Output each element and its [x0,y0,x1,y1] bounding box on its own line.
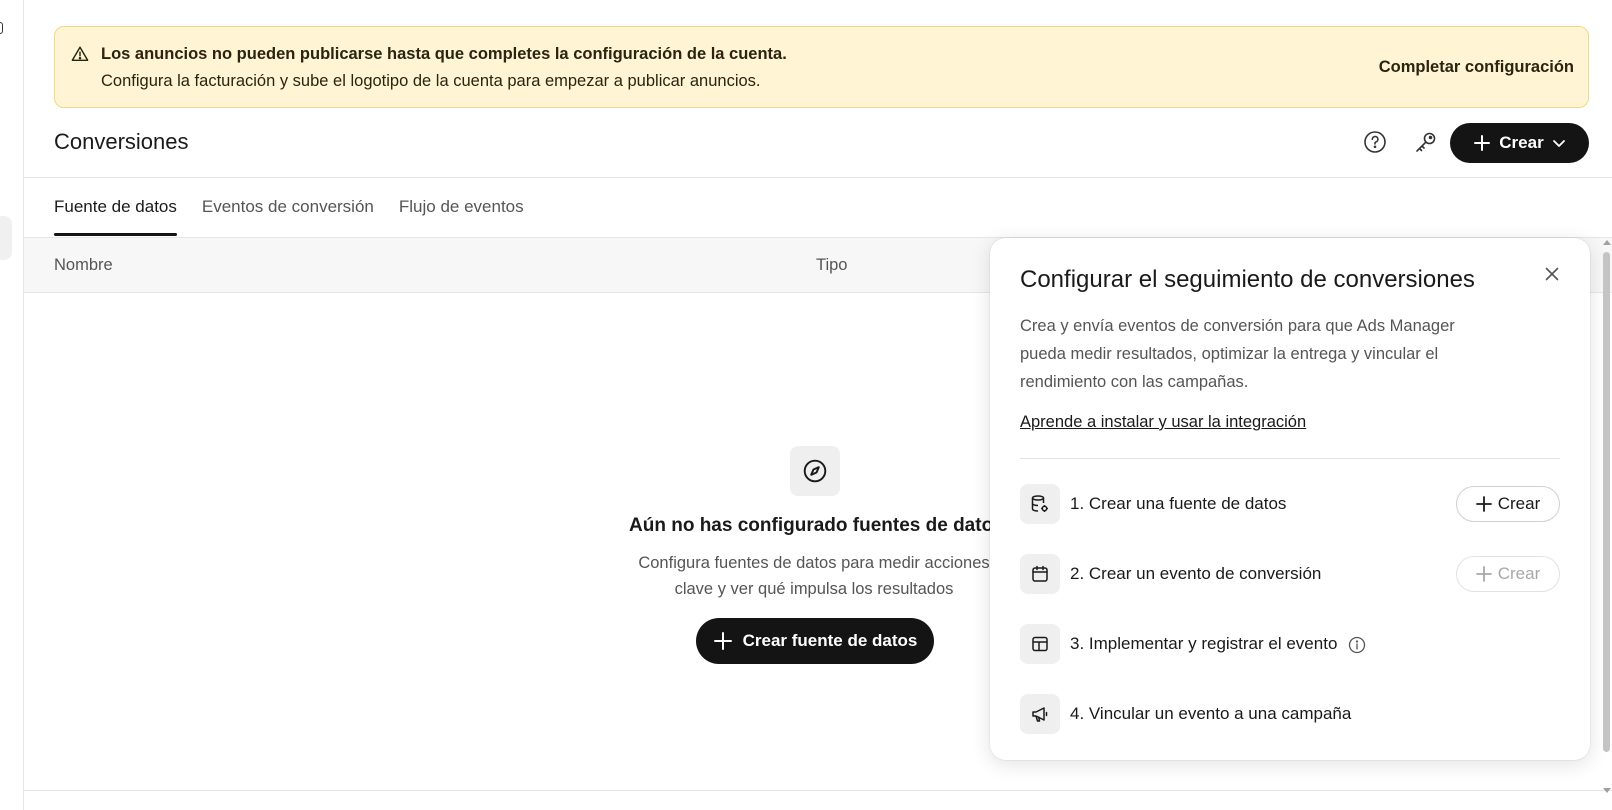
step-1-create-label: Crear [1497,494,1541,513]
calendar-icon [1020,554,1060,594]
setup-step: 2. Crear un evento de conversión Crear [1020,554,1560,594]
banner-subtitle: Configura la facturación y sube el logot… [101,72,761,90]
scrollbar[interactable] [1601,238,1612,810]
column-header-name[interactable]: Nombre [54,256,113,275]
help-circle-icon[interactable] [1363,130,1387,154]
column-header-type[interactable]: Tipo [816,256,848,275]
tab-bar: Fuente de datos Eventos de conversión Fl… [54,178,524,236]
setup-step: 1. Crear una fuente de datos Crear [1020,484,1560,524]
create-button-label: Crear [1499,133,1544,152]
content-bottom-divider [24,790,1612,791]
left-rail [0,0,24,810]
database-settings-icon [1020,484,1060,524]
empty-state-description: Configura fuentes de datos para medir ac… [638,554,990,598]
setup-step: 3. Implementar y registrar el evento [1020,624,1560,664]
empty-state-title: Aún no has configurado fuentes de datos [629,515,1004,536]
step-label: 1. Crear una fuente de datos [1070,494,1287,513]
warning-icon [71,46,89,62]
page-title: Conversiones [54,129,189,154]
step-label: 4. Vincular un evento a una campaña [1070,704,1352,723]
create-data-source-button[interactable]: Crear fuente de datos [696,618,934,664]
key-icon[interactable] [1414,130,1438,154]
banner-title: Los anuncios no pueden publicarse hasta … [101,45,787,63]
step-2-create-label: Crear [1497,564,1541,583]
layout-icon [1020,624,1060,664]
info-icon[interactable] [1348,636,1366,654]
plus-icon [1474,135,1491,151]
rail-edge-icon [0,22,3,34]
tab-event-stream[interactable]: Flujo de eventos [399,178,524,236]
compass-icon [790,446,840,496]
chevron-down-icon [1552,140,1565,147]
step-label: 2. Crear un evento de conversión [1070,564,1322,583]
integration-help-link[interactable]: Aprende a instalar y usar la integración [1020,413,1306,432]
tab-data-sources[interactable]: Fuente de datos [54,178,177,236]
panel-title: Configurar el seguimiento de conversione… [1020,266,1475,293]
create-data-source-label: Crear fuente de datos [742,631,918,650]
tab-conversion-events[interactable]: Eventos de conversión [202,178,374,236]
plus-icon [1475,566,1492,582]
scroll-down-arrow-icon[interactable] [1603,788,1611,793]
step-1-create-button[interactable]: Crear [1456,486,1560,522]
setup-step: 4. Vincular un evento a una campaña [1020,694,1560,734]
conversion-setup-panel: Configurar el seguimiento de conversione… [990,238,1590,760]
scroll-up-arrow-icon[interactable] [1603,240,1611,245]
step-label: 3. Implementar y registrar el evento [1070,634,1366,654]
close-icon[interactable] [1540,262,1564,286]
complete-setup-link[interactable]: Completar configuración [1379,58,1574,77]
plus-icon [1475,496,1492,512]
rail-collapse-handle[interactable] [0,216,12,260]
setup-warning-banner: Los anuncios no pueden publicarse hasta … [54,26,1589,108]
megaphone-icon [1020,694,1060,734]
panel-description: Crea y envía eventos de conversión para … [1020,317,1455,391]
step-2-create-button[interactable]: Crear [1456,556,1560,592]
panel-divider [1020,458,1560,459]
scrollbar-thumb[interactable] [1603,252,1610,752]
plus-icon [713,632,732,650]
step-3-text: 3. Implementar y registrar el evento [1070,634,1338,653]
create-button[interactable]: Crear [1450,123,1589,163]
